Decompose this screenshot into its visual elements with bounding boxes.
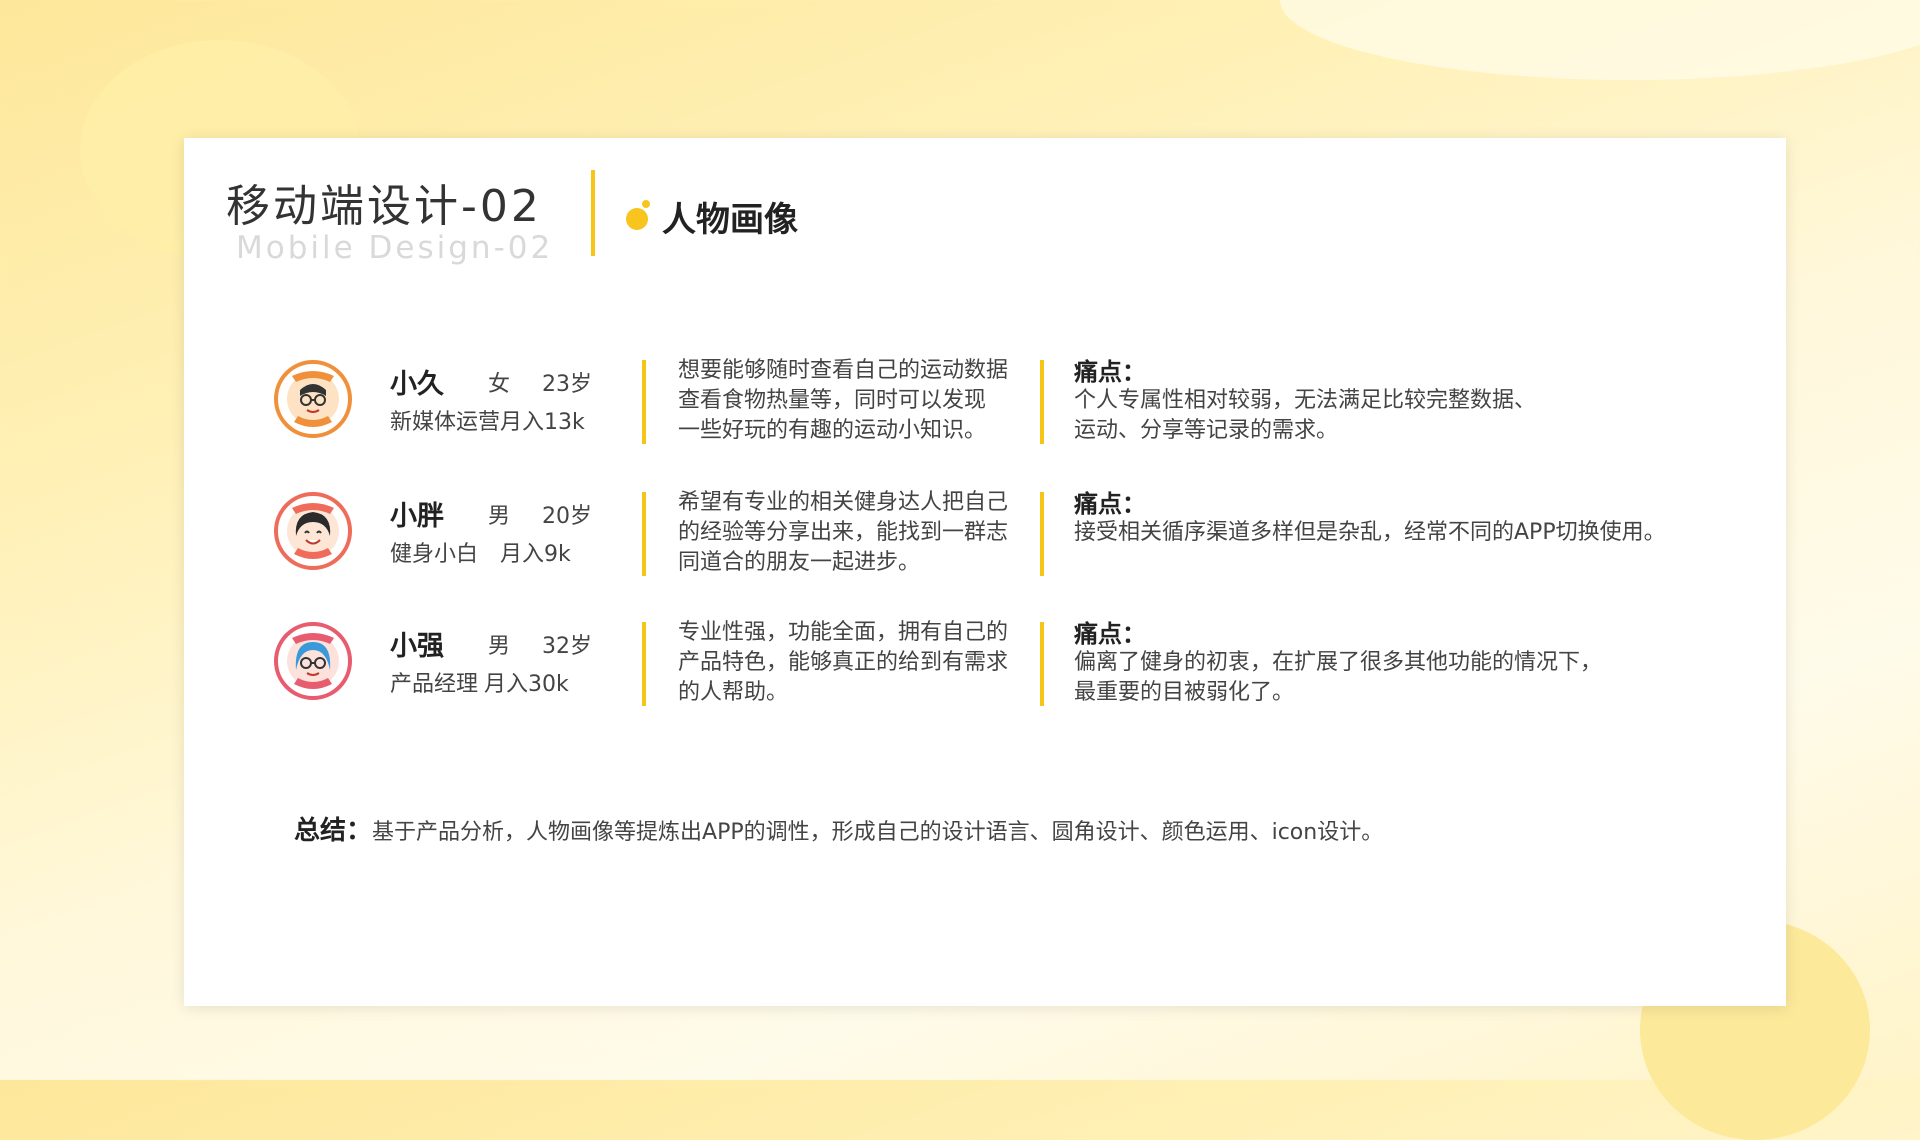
persona-gender: 女 bbox=[488, 372, 511, 397]
avatar-woman-blue-icon bbox=[274, 622, 352, 700]
persona-job: 健身小白 bbox=[390, 542, 479, 567]
summary-label: 总结： bbox=[294, 816, 373, 846]
pain-point-text: 个人专属性相对较弱，无法满足比较完整数据、 运动、分享等记录的需求。 bbox=[1074, 386, 1714, 446]
persona-name: 小胖 bbox=[390, 501, 444, 532]
page-subtitle: Mobile Design-02 bbox=[236, 230, 554, 266]
needs-line: 产品特色，能够真正的给到有需求 bbox=[678, 650, 1009, 675]
background-blob bbox=[1280, 0, 1920, 80]
persona-gender: 男 bbox=[488, 504, 511, 529]
pain-point-text: 接受相关循序渠道多样但是杂乱，经常不同的APP切换使用。 bbox=[1074, 518, 1714, 548]
divider-bar bbox=[642, 622, 646, 706]
persona-gender: 男 bbox=[488, 634, 511, 659]
pain-point-title: 痛点： bbox=[1074, 490, 1146, 518]
persona-needs: 想要能够随时查看自己的运动数据 查看食物热量等，同时可以发现 一些好玩的有趣的运… bbox=[678, 356, 1038, 446]
pain-line: 最重要的目被弱化了。 bbox=[1074, 680, 1295, 705]
section-title: 人物画像 bbox=[662, 200, 798, 240]
pain-point-title: 痛点： bbox=[1074, 358, 1146, 386]
pain-line: 个人专属性相对较弱，无法满足比较完整数据、 bbox=[1074, 388, 1537, 413]
avatar-woman-glasses-icon bbox=[274, 360, 352, 438]
pain-line: 运动、分享等记录的需求。 bbox=[1074, 418, 1339, 443]
persona-age: 32岁 bbox=[542, 634, 592, 659]
needs-line: 的人帮助。 bbox=[678, 680, 789, 705]
summary: 总结：基于产品分析，人物画像等提炼出APP的调性，形成自己的设计语言、圆角设计、… bbox=[294, 810, 1383, 847]
divider-bar bbox=[1040, 492, 1044, 576]
dot-bubble-icon bbox=[624, 194, 654, 234]
page-title: 移动端设计-02 bbox=[226, 181, 542, 232]
summary-text: 基于产品分析，人物画像等提炼出APP的调性，形成自己的设计语言、圆角设计、颜色运… bbox=[372, 820, 1384, 845]
persona-income: 月入30k bbox=[484, 672, 569, 697]
title-divider bbox=[591, 170, 595, 256]
needs-line: 查看食物热量等，同时可以发现 bbox=[678, 388, 987, 413]
divider-bar bbox=[1040, 360, 1044, 444]
pain-line: 偏离了健身的初衷，在扩展了很多其他功能的情况下， bbox=[1074, 650, 1603, 675]
persona-name: 小强 bbox=[390, 631, 444, 662]
pain-point-text: 偏离了健身的初衷，在扩展了很多其他功能的情况下， 最重要的目被弱化了。 bbox=[1074, 648, 1714, 708]
persona-name: 小久 bbox=[390, 369, 444, 400]
persona-needs: 希望有专业的相关健身达人把自己 的经验等分享出来，能找到一群志 同道合的朋友一起… bbox=[678, 488, 1038, 578]
persona-needs: 专业性强，功能全面，拥有自己的 产品特色，能够真正的给到有需求 的人帮助。 bbox=[678, 618, 1038, 708]
persona-job: 新媒体运营 bbox=[390, 410, 501, 435]
persona-age: 23岁 bbox=[542, 372, 592, 397]
content-card: 移动端设计-02 Mobile Design-02 人物画像 小久 女 23岁 … bbox=[184, 138, 1786, 1006]
needs-line: 想要能够随时查看自己的运动数据 bbox=[678, 358, 1009, 383]
divider-bar bbox=[642, 360, 646, 444]
needs-line: 同道合的朋友一起进步。 bbox=[678, 550, 921, 575]
divider-bar bbox=[1040, 622, 1044, 706]
needs-line: 专业性强，功能全面，拥有自己的 bbox=[678, 620, 1009, 645]
pain-point-title: 痛点： bbox=[1074, 620, 1146, 648]
persona-income: 月入13k bbox=[500, 410, 585, 435]
persona-row: 小强 男 32岁 产品经理 月入30k 专业性强，功能全面，拥有自己的 产品特色… bbox=[274, 618, 1694, 728]
needs-line: 一些好玩的有趣的运动小知识。 bbox=[678, 418, 987, 443]
persona-income: 月入9k bbox=[500, 542, 571, 567]
needs-line: 希望有专业的相关健身达人把自己 bbox=[678, 490, 1009, 515]
persona-row: 小久 女 23岁 新媒体运营 月入13k 想要能够随时查看自己的运动数据 查看食… bbox=[274, 356, 1694, 466]
divider-bar bbox=[642, 492, 646, 576]
needs-line: 的经验等分享出来，能找到一群志 bbox=[678, 520, 1009, 545]
persona-job: 产品经理 bbox=[390, 672, 479, 697]
pain-line: 接受相关循序渠道多样但是杂乱，经常不同的APP切换使用。 bbox=[1074, 520, 1666, 545]
avatar-smiling-woman-icon bbox=[274, 492, 352, 570]
persona-row: 小胖 男 20岁 健身小白 月入9k 希望有专业的相关健身达人把自己 的经验等分… bbox=[274, 488, 1694, 598]
persona-age: 20岁 bbox=[542, 504, 592, 529]
